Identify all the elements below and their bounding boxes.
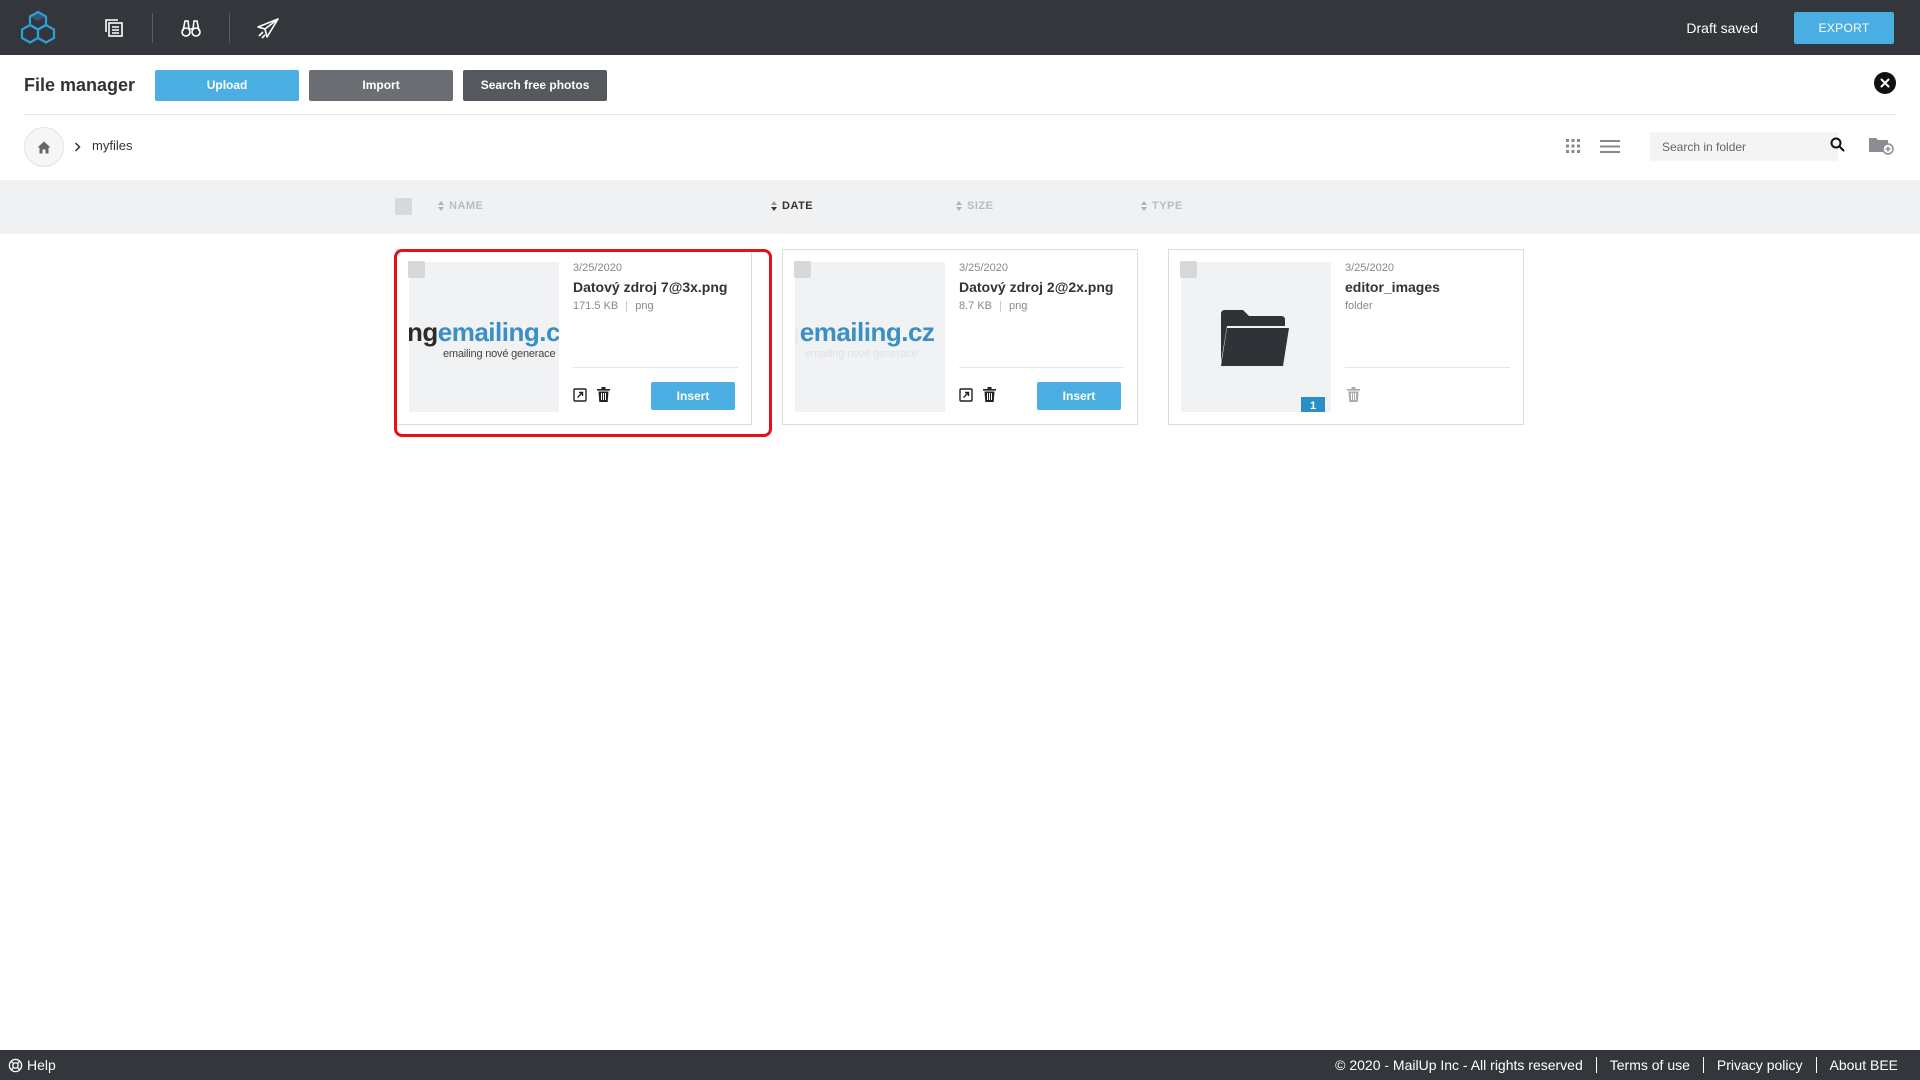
copyright-text: © 2020 - MailUp Inc - All rights reserve… bbox=[1335, 1057, 1583, 1073]
folder-icon bbox=[1219, 308, 1291, 373]
footer-divider bbox=[1702, 1057, 1704, 1073]
upload-button[interactable]: Upload bbox=[155, 69, 300, 101]
thumbnail-logo-text: ngemailing.cz bbox=[795, 317, 935, 347]
trash-icon[interactable] bbox=[983, 387, 996, 402]
thumbnail-logo-text: ngemailing.cz bbox=[409, 317, 559, 347]
card-divider bbox=[573, 367, 738, 368]
sort-icon bbox=[771, 201, 777, 211]
search-input[interactable] bbox=[1650, 132, 1838, 161]
file-card[interactable]: ngemailing.cz emailing nové generace 3/2… bbox=[782, 249, 1138, 425]
column-date[interactable]: DATE bbox=[771, 200, 813, 212]
column-label: TYPE bbox=[1152, 200, 1183, 212]
card-actions bbox=[573, 387, 620, 402]
header-divider bbox=[24, 114, 1896, 115]
card-divider bbox=[959, 367, 1124, 368]
export-button[interactable]: EXPORT bbox=[1794, 11, 1894, 44]
folder-checkbox[interactable] bbox=[1180, 261, 1197, 278]
folder-card[interactable]: 1 3/25/2020 editor_images folder bbox=[1168, 249, 1524, 425]
draft-status: Draft saved bbox=[1686, 19, 1758, 36]
insert-button[interactable]: Insert bbox=[651, 382, 735, 410]
file-manager-header: File manager Upload Import Search free p… bbox=[0, 55, 1920, 115]
footer-divider bbox=[1815, 1057, 1817, 1073]
card-divider bbox=[1345, 367, 1510, 368]
home-icon[interactable] bbox=[24, 127, 64, 167]
file-date: 3/25/2020 bbox=[959, 262, 1008, 274]
binoculars-icon[interactable] bbox=[153, 0, 229, 55]
folder-name: editor_images bbox=[1345, 279, 1440, 295]
column-type[interactable]: TYPE bbox=[1141, 200, 1183, 212]
select-all-checkbox[interactable] bbox=[395, 198, 412, 215]
bee-cubes-icon[interactable] bbox=[0, 0, 76, 55]
file-card[interactable]: ngemailing.cz emailing nové generace 3/2… bbox=[396, 249, 752, 425]
thumbnail-logo-tagline: emailing nové generace bbox=[805, 348, 918, 360]
folder-thumbnail[interactable]: 1 bbox=[1181, 262, 1331, 412]
help-link[interactable]: Help bbox=[8, 1057, 56, 1073]
close-icon[interactable] bbox=[1874, 72, 1896, 94]
import-button[interactable]: Import bbox=[309, 69, 454, 101]
file-checkbox[interactable] bbox=[794, 261, 811, 278]
footer: Help © 2020 - MailUp Inc - All rights re… bbox=[0, 1050, 1920, 1080]
paper-plane-icon[interactable] bbox=[230, 0, 306, 55]
terms-of-use-link[interactable]: Terms of use bbox=[1610, 1057, 1690, 1073]
top-bar: Draft saved EXPORT bbox=[0, 0, 1920, 55]
layers-icon[interactable] bbox=[76, 0, 152, 55]
open-external-icon[interactable] bbox=[573, 387, 587, 402]
page-title: File manager bbox=[24, 74, 136, 95]
sort-icon bbox=[956, 201, 962, 211]
about-bee-link[interactable]: About BEE bbox=[1830, 1057, 1899, 1073]
sort-icon bbox=[438, 201, 444, 211]
privacy-policy-link[interactable]: Privacy policy bbox=[1717, 1057, 1803, 1073]
file-type: png bbox=[635, 300, 654, 312]
column-name[interactable]: NAME bbox=[438, 200, 483, 212]
meta-divider bbox=[626, 300, 628, 312]
help-lifebuoy-icon bbox=[8, 1058, 23, 1072]
help-label: Help bbox=[27, 1057, 56, 1073]
chevron-right-icon bbox=[74, 139, 81, 155]
grid-view-icon[interactable] bbox=[1565, 138, 1581, 159]
folder-type: folder bbox=[1345, 300, 1373, 312]
insert-button[interactable]: Insert bbox=[1037, 382, 1121, 410]
meta-divider bbox=[1000, 300, 1002, 312]
file-name: Datový zdroj 7@3x.png bbox=[573, 279, 728, 295]
file-type: png bbox=[1009, 300, 1028, 312]
column-label: NAME bbox=[449, 200, 484, 212]
card-actions bbox=[1345, 387, 1370, 402]
footer-links: © 2020 - MailUp Inc - All rights reserve… bbox=[1335, 1057, 1898, 1073]
list-view-icon[interactable] bbox=[1600, 140, 1620, 158]
column-size[interactable]: SIZE bbox=[956, 200, 993, 212]
column-label: SIZE bbox=[967, 200, 994, 212]
trash-icon[interactable] bbox=[597, 387, 610, 402]
breadcrumb: myfiles bbox=[0, 125, 1920, 167]
folder-item-count-badge: 1 bbox=[1301, 397, 1325, 412]
file-thumbnail[interactable]: ngemailing.cz emailing nové generace bbox=[409, 262, 559, 412]
folder-date: 3/25/2020 bbox=[1345, 262, 1394, 274]
new-folder-icon[interactable] bbox=[1868, 135, 1894, 160]
open-external-icon[interactable] bbox=[959, 387, 973, 402]
file-date: 3/25/2020 bbox=[573, 262, 622, 274]
card-actions bbox=[959, 387, 1006, 402]
folder-meta: folder bbox=[1345, 300, 1373, 312]
column-header: NAME DATE SIZE TYPE bbox=[0, 180, 1920, 234]
sort-icon bbox=[1141, 201, 1147, 211]
column-label: DATE bbox=[782, 200, 814, 212]
file-thumbnail[interactable]: ngemailing.cz emailing nové generace bbox=[795, 262, 945, 412]
topbar-right: Draft saved EXPORT bbox=[1686, 0, 1920, 55]
breadcrumb-current-folder[interactable]: myfiles bbox=[92, 138, 132, 153]
file-name: Datový zdroj 2@2x.png bbox=[959, 279, 1114, 295]
file-size: 8.7 KB bbox=[959, 300, 993, 312]
file-size: 171.5 KB bbox=[573, 300, 619, 312]
search-icon[interactable] bbox=[1830, 137, 1845, 157]
file-meta: 171.5 KB png bbox=[573, 300, 654, 312]
trash-icon[interactable] bbox=[1347, 387, 1360, 402]
footer-divider bbox=[1595, 1057, 1597, 1073]
thumbnail-logo-tagline: emailing nové generace bbox=[443, 348, 556, 360]
file-checkbox[interactable] bbox=[408, 261, 425, 278]
search-free-photos-button[interactable]: Search free photos bbox=[463, 69, 608, 101]
file-meta: 8.7 KB png bbox=[959, 300, 1027, 312]
